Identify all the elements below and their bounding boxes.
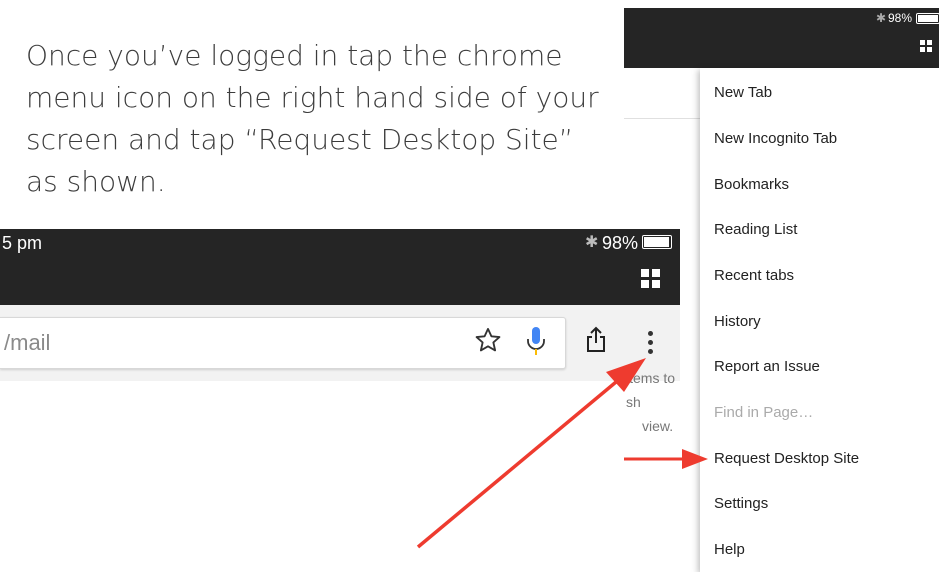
instruction-line: screen and tap “Request Desktop Site” [26,123,574,156]
omnibox-edge [624,70,700,119]
menu-screenshot: ✱ 98% New Tab New Incognito Tab Bookmark… [624,0,939,572]
instruction-line: menu icon on the right hand side of your [26,81,599,114]
arrow-to-menu-button [416,358,646,549]
microphone-icon[interactable] [525,326,547,363]
chrome-menu: New Tab New Incognito Tab Bookmarks Read… [700,68,939,572]
instruction-line: Once you’ve logged in tap the chrome [26,39,563,72]
menu-item-find-in-page: Find in Page… [714,404,814,421]
menu-item-request-desktop-site[interactable]: Request Desktop Site [714,450,859,467]
menu-item-settings[interactable]: Settings [714,495,768,512]
star-icon[interactable] [474,326,502,359]
menu-item-new-incognito-tab[interactable]: New Incognito Tab [714,130,837,147]
status-bar: 5 pm ✱ 98% [0,229,680,257]
menu-item-report-an-issue[interactable]: Report an Issue [714,358,820,375]
bluetooth-icon: ✱ [876,11,887,25]
share-icon[interactable] [585,326,607,359]
battery-percent: 98% [888,11,913,25]
status-time: 5 pm [2,233,43,253]
menu-item-new-tab[interactable]: New Tab [714,84,772,101]
step-number: . [0,35,1,77]
url-text: /mail [4,330,51,355]
instruction-line: as shown. [26,165,166,198]
menu-item-bookmarks[interactable]: Bookmarks [714,176,789,193]
battery-fill [918,15,938,22]
omnibox[interactable]: /mail [0,317,566,369]
menu-item-reading-list[interactable]: Reading List [714,221,797,238]
menu-item-recent-tabs[interactable]: Recent tabs [714,267,794,284]
menu-item-history[interactable]: History [714,313,761,330]
menu-item-help[interactable]: Help [714,541,745,558]
browser-screenshot: 5 pm ✱ 98% /mail items to sh view. [0,229,680,434]
tabs-icon[interactable] [920,40,932,52]
bluetooth-icon: ✱ [585,234,599,251]
battery-icon [916,13,939,24]
